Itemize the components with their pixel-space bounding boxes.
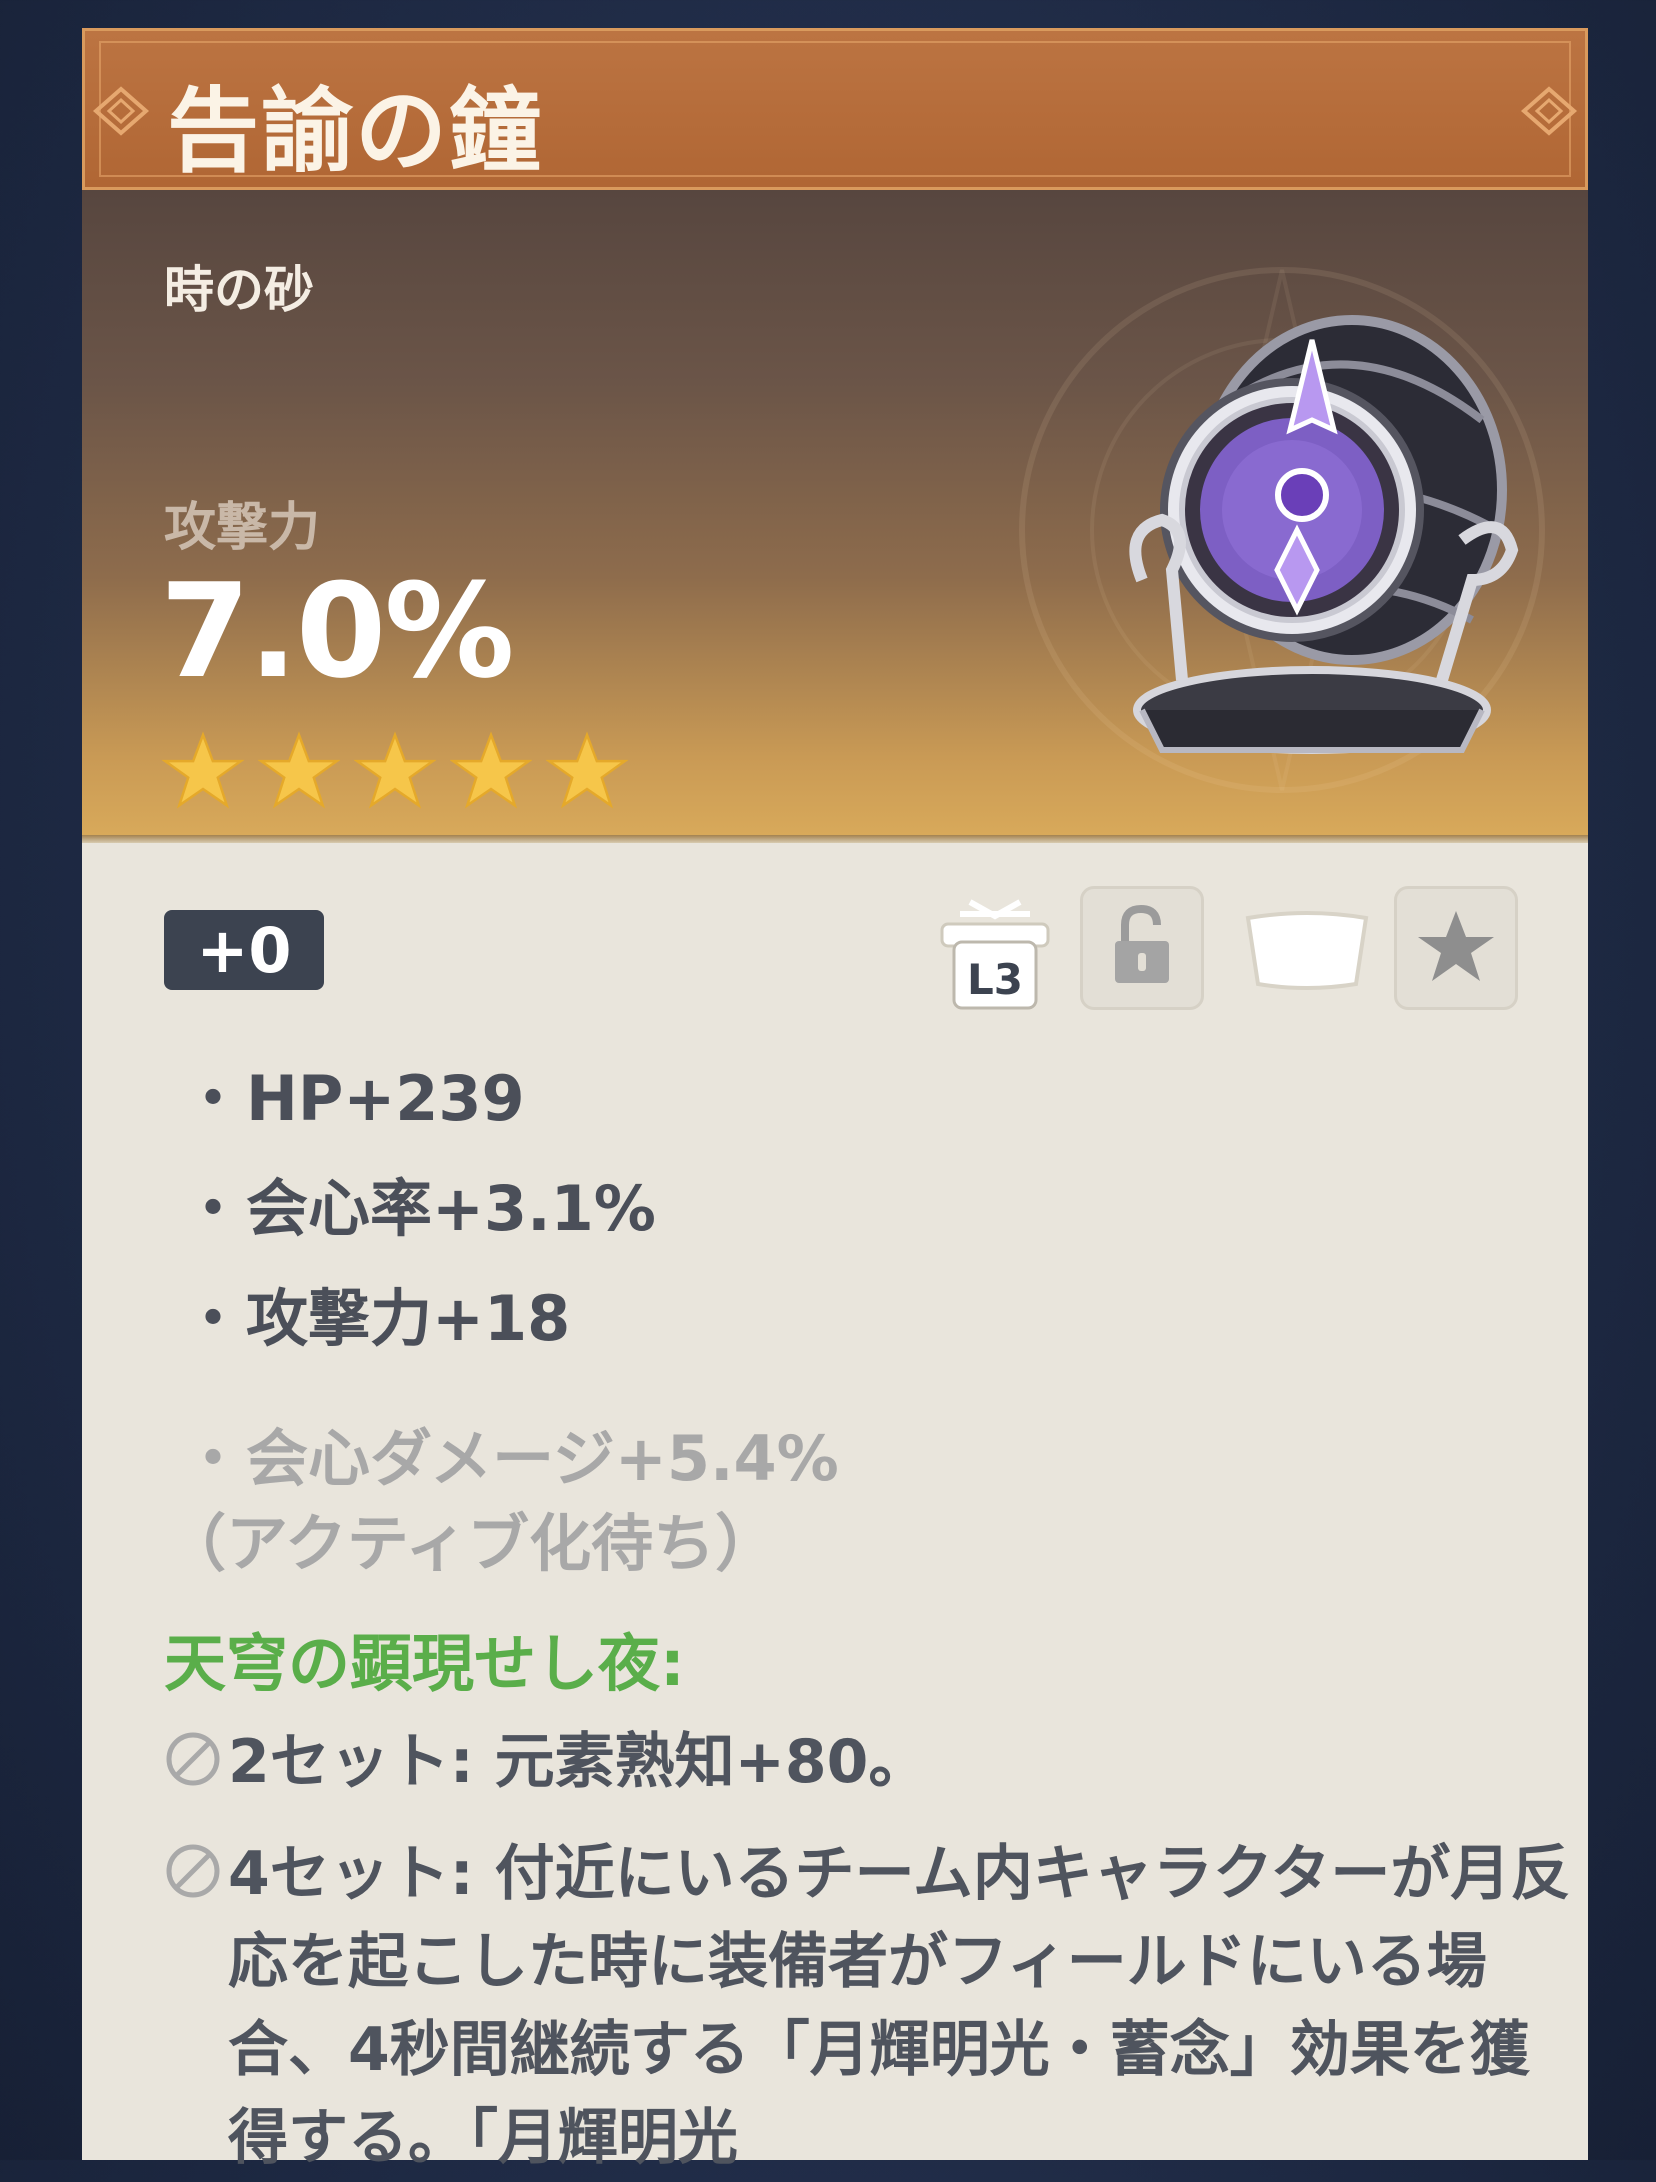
artifact-card: 告諭の鐘 時の砂 攻撃力 7.0% +0 L3 ・HP+239 ・会心率+3.1… (82, 28, 1588, 2173)
substat-item: ・攻撃力+18 (182, 1282, 571, 1355)
artifact-hero: 時の砂 攻撃力 7.0% (82, 190, 1588, 835)
main-stat-value: 7.0% (160, 555, 515, 707)
main-stat-name: 攻撃力 (164, 498, 321, 558)
inactive-bonus-icon (166, 1732, 220, 1786)
unlock-icon (1115, 904, 1169, 983)
star-icon (258, 731, 340, 809)
lock-button[interactable] (1080, 886, 1204, 1010)
artifact-piece-type: 時の砂 (164, 261, 314, 319)
inactive-bonus-icon (166, 1844, 220, 1898)
star-icon (162, 731, 244, 809)
outfit-slot-icon[interactable] (1242, 904, 1372, 994)
title-ornament-left-icon (92, 86, 150, 136)
star-outline-icon (1418, 911, 1494, 981)
substat-item-inactive: ・会心ダメージ+5.4% (182, 1422, 839, 1495)
substat-item: ・HP+239 (182, 1062, 525, 1135)
set-bonus-2: 2セット: 元素熟知+80。 (164, 1718, 928, 1806)
star-icon (450, 731, 532, 809)
artifact-name: 告諭の鐘 (167, 78, 544, 185)
star-icon (354, 731, 436, 809)
title-bar: 告諭の鐘 (82, 28, 1588, 190)
favorite-button[interactable] (1394, 886, 1518, 1010)
inactive-note: （アクティブ化待ち） (164, 1507, 778, 1580)
star-icon (546, 731, 628, 809)
set-bonus-4: 4セット: 付近にいるチーム内キャラクターが月反応を起こした時に装備者がフィール… (164, 1830, 1584, 2182)
artifact-sands-image (1129, 315, 1519, 754)
substat-item: ・会心率+3.1% (182, 1172, 656, 1245)
rarity-stars (162, 730, 628, 812)
title-ornament-right-icon (1520, 86, 1578, 136)
l3-preset-icon[interactable]: L3 (930, 890, 1060, 1020)
level-badge: +0 (164, 910, 324, 990)
hero-divider (82, 835, 1588, 843)
set-name: 天穹の顕現せし夜: (164, 1627, 685, 1700)
l3-label: L3 (967, 955, 1023, 1004)
